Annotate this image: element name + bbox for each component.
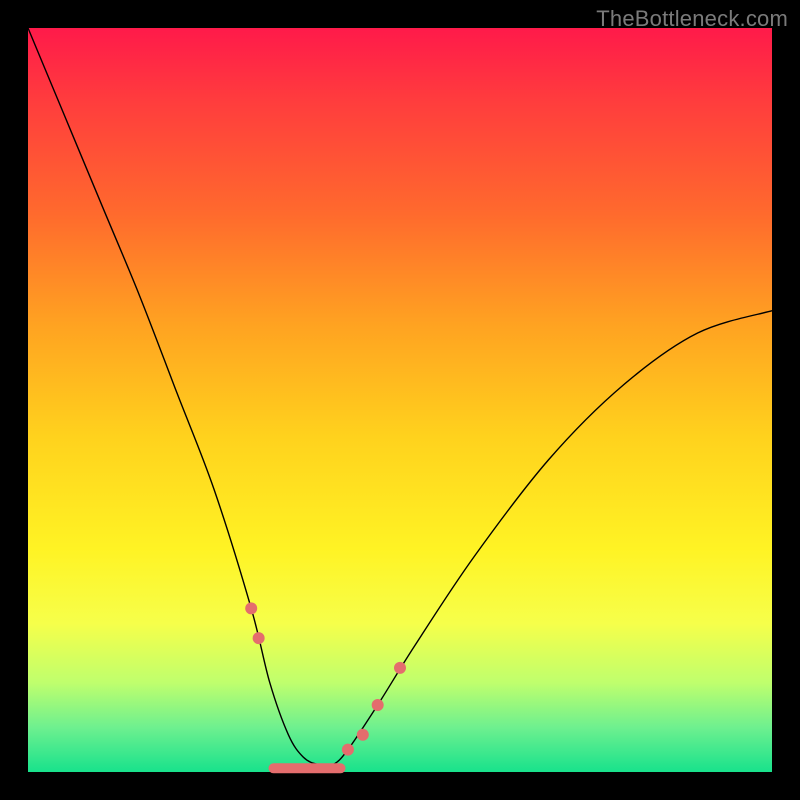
highlight-dot (245, 602, 257, 614)
plot-area (28, 28, 772, 772)
bottleneck-curve-svg (28, 28, 772, 772)
chart-frame: TheBottleneck.com (0, 0, 800, 800)
highlight-dot (372, 699, 384, 711)
highlight-dot (357, 729, 369, 741)
highlight-dot (394, 662, 406, 674)
bottleneck-curve-path (28, 28, 772, 766)
watermark-label: TheBottleneck.com (596, 6, 788, 32)
highlight-dot (342, 744, 354, 756)
highlight-dot (253, 632, 265, 644)
